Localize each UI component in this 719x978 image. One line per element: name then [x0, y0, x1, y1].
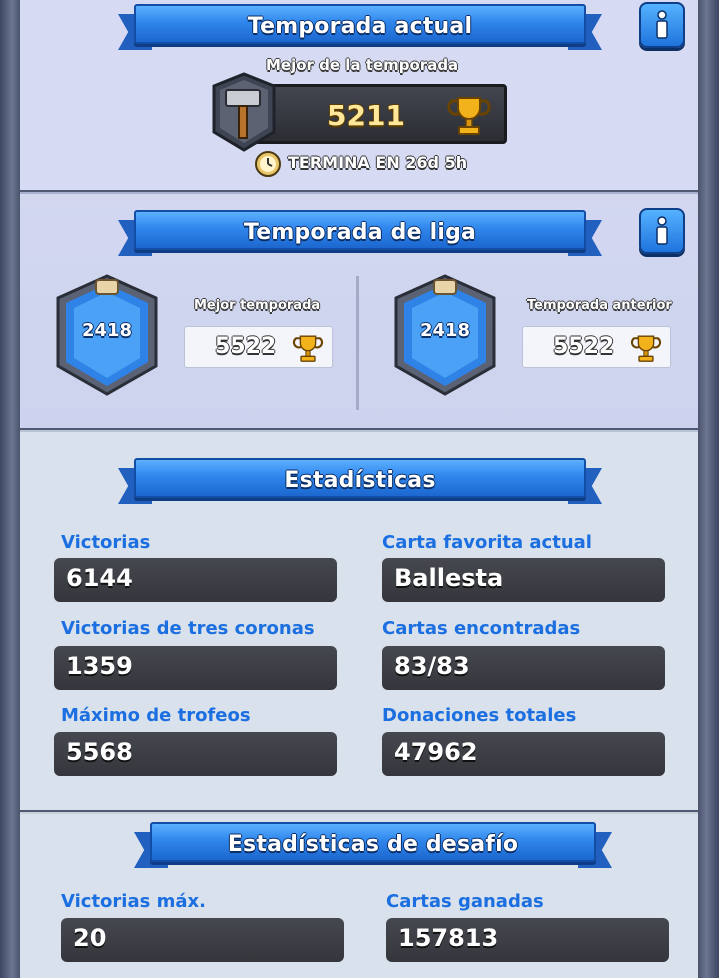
best-season-label: Mejor temporada: [194, 298, 321, 313]
league-season-info-button[interactable]: [639, 208, 685, 254]
info-icon: [656, 216, 668, 245]
stats-banner: Estadísticas: [118, 458, 602, 504]
previous-season-league-badge: 2418: [390, 272, 500, 398]
previous-season-trophies: 5522: [553, 334, 615, 359]
stat-value-max-trophies: 5568: [66, 738, 133, 766]
stat-label-total-donations: Donaciones totales: [382, 705, 577, 726]
season-best-value: 5211: [327, 99, 405, 132]
stat-box-max-wins: 20: [61, 918, 344, 962]
stat-label-cards-found: Cartas encontradas: [382, 618, 581, 639]
current-season-title: Temporada actual: [247, 13, 473, 39]
stat-label-favorite-card: Carta favorita actual: [382, 532, 592, 553]
stat-label-max-trophies: Máximo de trofeos: [61, 705, 251, 726]
stat-value-total-donations: 47962: [394, 738, 478, 766]
trophy-icon: [447, 97, 491, 135]
best-season-trophy-box: 5522: [184, 326, 333, 368]
previous-season-label: Temporada anterior: [527, 298, 672, 313]
league-season-banner: Temporada de liga: [118, 210, 602, 256]
stat-value-wins: 6144: [66, 564, 133, 592]
current-season-info-button[interactable]: [639, 2, 685, 48]
stat-label-wins: Victorias: [61, 532, 151, 553]
stat-label-three-crown-wins: Victorias de tres coronas: [61, 618, 315, 639]
stat-box-favorite-card: Ballesta: [382, 558, 665, 602]
season-best-label: Mejor de la temporada: [266, 56, 459, 74]
stat-value-cards-found: 83/83: [394, 652, 470, 680]
stat-value-max-wins: 20: [73, 924, 107, 952]
stat-value-three-crown-wins: 1359: [66, 652, 133, 680]
best-season-trophies: 5522: [215, 334, 277, 359]
challenge-stats-banner: Estadísticas de desafío: [134, 822, 612, 868]
frame-left: [0, 0, 20, 978]
trophy-icon: [630, 335, 662, 362]
challenge-stats-title: Estadísticas de desafío: [227, 831, 519, 857]
stat-value-favorite-card: Ballesta: [394, 564, 504, 592]
trophy-icon: [292, 335, 324, 362]
stat-value-cards-won: 157813: [398, 924, 499, 952]
timer-icon: [255, 151, 281, 177]
stat-box-wins: 6144: [54, 558, 337, 602]
best-season-league-badge: 2418: [52, 272, 162, 398]
season-end-timer: TERMINA EN 26d 5h: [288, 153, 468, 172]
season-best-bar: 5211: [254, 84, 507, 144]
frame-right: [698, 0, 719, 978]
current-season-banner: Temporada actual: [118, 4, 602, 50]
stat-box-total-donations: 47962: [382, 732, 665, 776]
stat-box-cards-found: 83/83: [382, 646, 665, 690]
info-icon: [656, 10, 668, 39]
hammer-icon: [212, 72, 276, 152]
league-season-title: Temporada de liga: [243, 219, 477, 245]
best-season-badge-value: 2418: [81, 320, 133, 341]
stat-box-max-trophies: 5568: [54, 732, 337, 776]
stat-label-max-wins: Victorias máx.: [61, 891, 206, 912]
stat-box-three-crown-wins: 1359: [54, 646, 337, 690]
league-divider: [356, 276, 359, 410]
previous-season-trophy-box: 5522: [522, 326, 671, 368]
previous-season-badge-value: 2418: [419, 320, 471, 341]
stat-label-cards-won: Cartas ganadas: [386, 891, 544, 912]
stats-title: Estadísticas: [284, 467, 436, 493]
stat-box-cards-won: 157813: [386, 918, 669, 962]
